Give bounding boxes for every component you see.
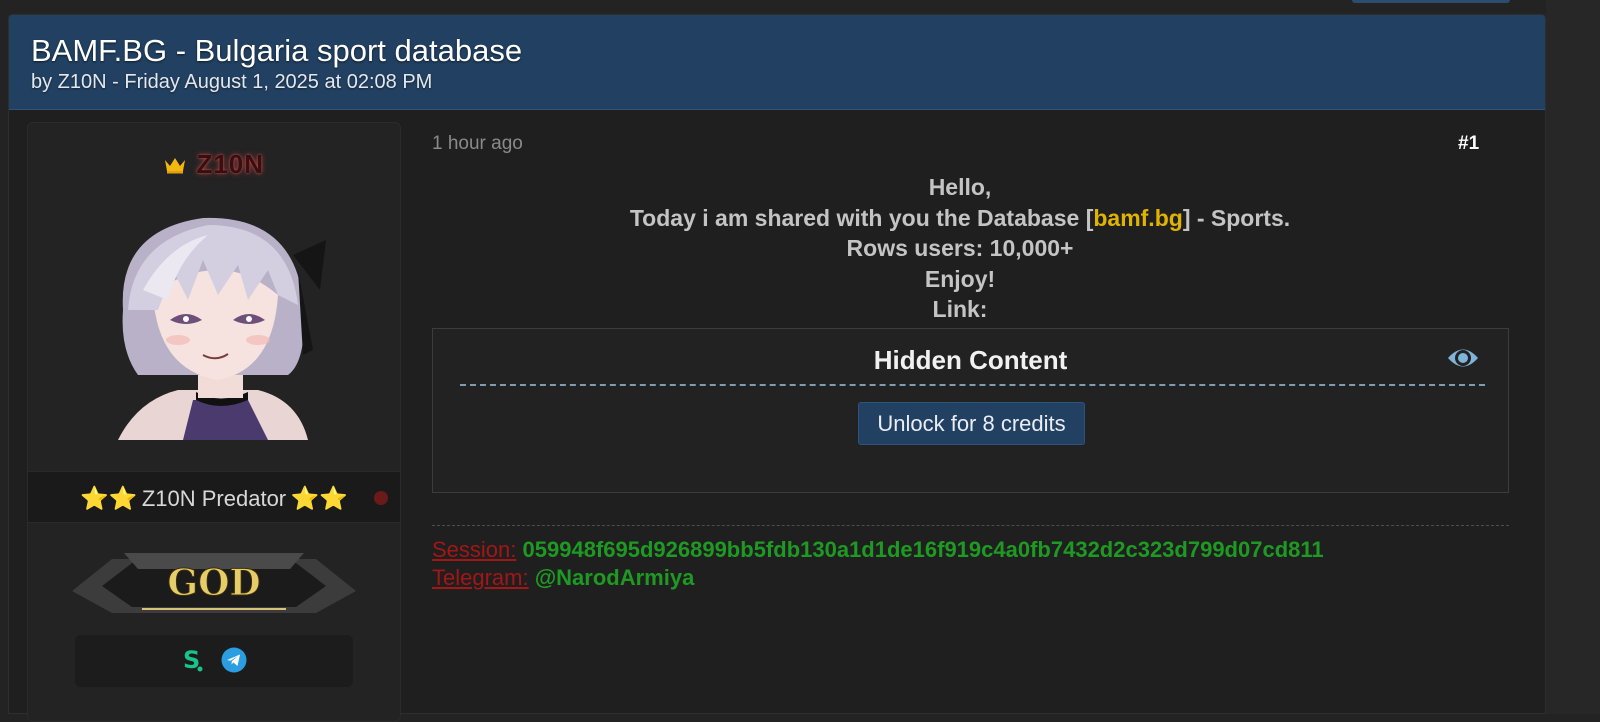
stars-left: ⭐⭐	[80, 485, 138, 511]
offline-status-dot	[374, 491, 388, 505]
usertitle-bar: ⭐⭐ Z10N Predator ⭐⭐	[28, 471, 400, 523]
author-username[interactable]: Z10N	[196, 149, 264, 180]
post-line-intro-prefix: Today i am shared with you the Database …	[629, 204, 1094, 231]
top-tab-edge[interactable]	[1352, 0, 1510, 3]
signature-divider	[432, 525, 1509, 526]
session-s-icon[interactable]: S	[181, 647, 205, 673]
right-gutter	[1546, 0, 1600, 714]
post-timestamp: 1 hour ago	[432, 133, 523, 154]
telegram-icon[interactable]	[221, 647, 247, 673]
rank-badge: GOD	[72, 553, 356, 613]
hidden-content-title: Hidden Content	[873, 345, 1068, 375]
usertitle: Z10N Predator	[141, 486, 287, 511]
eye-icon[interactable]	[1446, 343, 1480, 373]
post-line-enjoy: Enjoy!	[924, 265, 996, 292]
session-value: 059948f695d926899bb5fdb130a1d1de16f919c4…	[522, 537, 1324, 562]
post-number-link[interactable]: #1	[1458, 133, 1479, 155]
author-name-row: Z10N	[28, 149, 400, 179]
post-line-greeting: Hello,	[928, 174, 992, 200]
telegram-value: @NarodArmiya	[534, 565, 695, 590]
avatar[interactable]	[98, 200, 338, 440]
session-label[interactable]: Session:	[432, 537, 516, 562]
hidden-content-divider	[460, 384, 1485, 386]
stars-right: ⭐⭐	[290, 485, 348, 511]
thread-header: BAMF.BG - Bulgaria sport database by Z10…	[9, 15, 1545, 110]
rank-badge-text: GOD	[167, 562, 260, 604]
telegram-label[interactable]: Telegram:	[432, 565, 529, 590]
thread-title: BAMF.BG - Bulgaria sport database	[31, 33, 523, 68]
signature-telegram-line: Telegram: @NarodArmiya	[432, 564, 694, 592]
bamf-link[interactable]: bamf.bg	[1093, 205, 1182, 231]
post-line-intro-suffix: ] - Sports.	[1182, 204, 1291, 231]
hidden-content-box: Hidden Content Unlock for 8 credits	[432, 328, 1509, 493]
thread-meta: by Z10N - Friday August 1, 2025 at 02:08…	[31, 71, 433, 93]
post-body: Hello, Today i am shared with you the Da…	[432, 172, 1488, 325]
signature-session-line: Session: 059948f695d926899bb5fdb130a1d1d…	[432, 536, 1324, 564]
post-line-intro: Today i am shared with you the Database …	[432, 203, 1488, 234]
unlock-button[interactable]: Unlock for 8 credits	[858, 402, 1085, 445]
post-line-rows: Rows users: 10,000+	[846, 235, 1074, 261]
author-panel: Z10N ⭐⭐ Z10N Predator ⭐⭐ GOD S	[27, 122, 401, 722]
crown-icon	[164, 157, 185, 173]
contact-box: S	[75, 635, 353, 687]
post-line-link: Link:	[932, 296, 988, 322]
